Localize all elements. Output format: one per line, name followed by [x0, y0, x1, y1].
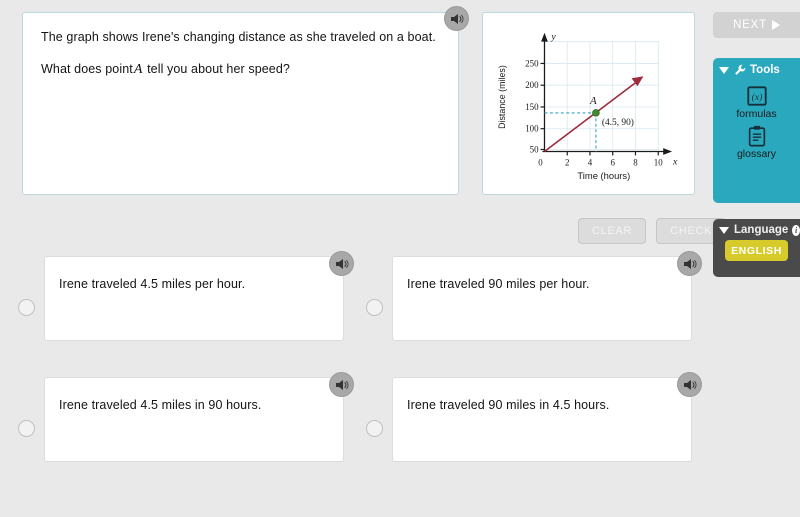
- x-tick-6: 6: [611, 157, 616, 167]
- question-line-2-prefix: What does point: [41, 62, 133, 76]
- speaker-icon: [450, 13, 463, 24]
- y-axis-symbol: y: [550, 32, 556, 43]
- question-line-2-suffix: tell you about her speed?: [147, 62, 290, 76]
- option-label-c: Irene traveled 4.5 miles in 90 hours.: [59, 398, 262, 412]
- clipboard-icon: [748, 125, 765, 147]
- language-panel-header[interactable]: Language i: [713, 219, 800, 238]
- radio-option-b[interactable]: [366, 299, 383, 316]
- option-label-a: Irene traveled 4.5 miles per hour.: [59, 277, 246, 291]
- tools-panel-title: Tools: [750, 64, 780, 76]
- y-tick-labels: 50 100 150 200 250: [525, 58, 539, 154]
- y-tick-150: 150: [525, 102, 539, 112]
- exercise-page: The graph shows Irene's changing distanc…: [0, 0, 800, 517]
- play-triangle-icon: [771, 20, 780, 30]
- y-tick-50: 50: [530, 144, 539, 154]
- option-box-a[interactable]: Irene traveled 4.5 miles per hour.: [44, 256, 344, 341]
- language-panel-title: Language: [734, 224, 789, 236]
- svg-text:(x): (x): [751, 92, 762, 103]
- language-panel: Language i ENGLISH: [713, 219, 800, 277]
- speaker-icon-option-a[interactable]: [329, 251, 354, 276]
- formulas-icon: (x): [746, 86, 767, 106]
- next-button-label: NEXT: [733, 19, 767, 31]
- speaker-icon-option-c[interactable]: [329, 372, 354, 397]
- clear-button[interactable]: CLEAR: [578, 218, 647, 244]
- tools-panel-header[interactable]: Tools: [713, 58, 800, 80]
- data-point-a-coords: (4.5, 90): [602, 117, 634, 128]
- y-axis-title: Distance (miles): [497, 65, 507, 129]
- question-panel: The graph shows Irene's changing distanc…: [22, 12, 459, 195]
- tools-panel: Tools (x) formulas glossary: [713, 58, 800, 203]
- wrench-icon: [735, 64, 746, 75]
- x-axis-symbol: x: [672, 156, 678, 167]
- speaker-icon: [683, 258, 696, 269]
- speaker-icon: [335, 379, 348, 390]
- question-point-variable: A: [133, 62, 143, 77]
- speaker-icon: [335, 258, 348, 269]
- radio-option-a[interactable]: [18, 299, 35, 316]
- x-axis-title: Time (hours): [577, 170, 630, 181]
- y-tick-100: 100: [525, 124, 539, 134]
- x-tick-10: 10: [654, 157, 663, 167]
- language-english-button[interactable]: ENGLISH: [725, 240, 788, 261]
- x-tick-4: 4: [588, 157, 593, 167]
- distance-time-graph: 50 100 150 200 250 0 2 4 6 8 10 y x Dist…: [497, 32, 678, 181]
- speaker-icon: [683, 379, 696, 390]
- speaker-icon-option-b[interactable]: [677, 251, 702, 276]
- y-tick-250: 250: [525, 58, 539, 68]
- chevron-down-icon: [719, 66, 729, 74]
- x-tick-0: 0: [538, 157, 543, 167]
- grid-lines: [544, 41, 660, 150]
- next-button[interactable]: NEXT: [713, 12, 800, 38]
- x-tick-8: 8: [633, 157, 638, 167]
- y-axis: [540, 32, 548, 152]
- info-icon[interactable]: i: [792, 224, 800, 236]
- option-box-c[interactable]: Irene traveled 4.5 miles in 90 hours.: [44, 377, 344, 462]
- option-box-d[interactable]: Irene traveled 90 miles in 4.5 hours.: [392, 377, 692, 462]
- tool-glossary[interactable]: glossary: [713, 125, 800, 160]
- radio-option-c[interactable]: [18, 420, 35, 437]
- radio-option-d[interactable]: [366, 420, 383, 437]
- speaker-icon-option-d[interactable]: [677, 372, 702, 397]
- data-point-a: [592, 109, 600, 117]
- speaker-icon-question[interactable]: [444, 6, 469, 31]
- tool-formulas[interactable]: (x) formulas: [713, 85, 800, 120]
- data-point-a-label: A: [589, 95, 597, 107]
- question-line-1: The graph shows Irene's changing distanc…: [41, 30, 436, 44]
- option-label-b: Irene traveled 90 miles per hour.: [407, 277, 590, 291]
- graph-panel: 50 100 150 200 250 0 2 4 6 8 10 y x Dist…: [482, 12, 695, 195]
- option-label-d: Irene traveled 90 miles in 4.5 hours.: [407, 398, 610, 412]
- y-tick-200: 200: [525, 80, 539, 90]
- tool-glossary-label: glossary: [736, 148, 777, 160]
- tool-formulas-label: formulas: [736, 108, 777, 120]
- x-tick-2: 2: [565, 157, 569, 167]
- action-button-row: CLEAR CHECK: [578, 218, 727, 244]
- option-box-b[interactable]: Irene traveled 90 miles per hour.: [392, 256, 692, 341]
- chevron-down-icon: [719, 226, 729, 234]
- question-line-2: What does pointA tell you about her spee…: [41, 61, 440, 78]
- x-tick-labels: 0 2 4 6 8 10: [538, 157, 663, 167]
